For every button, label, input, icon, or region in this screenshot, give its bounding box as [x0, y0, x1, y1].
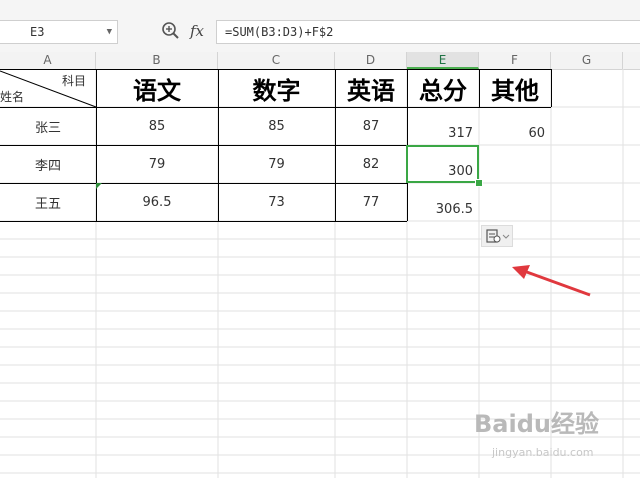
- table-cell-total[interactable]: 317: [407, 107, 479, 145]
- table-cell[interactable]: 77: [335, 183, 407, 221]
- header-cell[interactable]: 语文: [96, 69, 218, 107]
- table-cell[interactable]: 87: [335, 107, 407, 145]
- table-cell[interactable]: 79: [218, 145, 335, 183]
- cell-reference: E3: [30, 25, 45, 39]
- column-header-d[interactable]: D: [335, 52, 407, 69]
- table-cell-name[interactable]: 王五: [0, 183, 96, 221]
- header-cell[interactable]: 英语: [335, 69, 407, 107]
- table-cell-name[interactable]: 张三: [0, 107, 96, 145]
- zoom-icon[interactable]: [161, 20, 181, 42]
- fx-icon[interactable]: fx: [190, 20, 204, 42]
- column-header-a[interactable]: A: [0, 52, 96, 69]
- header-cell[interactable]: 其他: [479, 69, 551, 107]
- table-cell[interactable]: 85: [96, 107, 218, 145]
- active-cell-selection: [406, 145, 479, 183]
- name-box[interactable]: E3 ▼: [0, 20, 118, 44]
- column-header-b[interactable]: B: [96, 52, 218, 69]
- table-cell-total[interactable]: 306.5: [407, 183, 479, 221]
- header-cell[interactable]: 数字: [218, 69, 335, 107]
- paste-options-button[interactable]: [481, 225, 513, 247]
- table-cell[interactable]: 82: [335, 145, 407, 183]
- table-cell[interactable]: 85: [218, 107, 335, 145]
- header-diagonal-cell[interactable]: 科目 姓名: [0, 69, 96, 107]
- table-cell[interactable]: 73: [218, 183, 335, 221]
- paste-options-icon: [486, 229, 510, 243]
- fill-handle[interactable]: [475, 179, 483, 187]
- column-header-e[interactable]: E: [407, 52, 479, 69]
- table-cell-other[interactable]: 60: [479, 107, 551, 145]
- header-cell[interactable]: 总分: [407, 69, 479, 107]
- formula-input[interactable]: =SUM(B3:D3)+F$2: [216, 20, 640, 44]
- column-headers: A B C D E F G: [0, 52, 640, 70]
- column-header-f[interactable]: F: [479, 52, 551, 69]
- chevron-down-icon[interactable]: ▼: [107, 21, 112, 43]
- watermark-logo: Baidu经验: [474, 410, 599, 438]
- watermark-url: jingyan.baidu.com: [492, 446, 594, 459]
- column-header-c[interactable]: C: [218, 52, 335, 69]
- header-subject-label: 科目: [61, 74, 86, 88]
- table-cell[interactable]: 79: [96, 145, 218, 183]
- table-cell-name[interactable]: 李四: [0, 145, 96, 183]
- table-cell[interactable]: 96.5: [96, 183, 218, 221]
- header-name-label: 姓名: [0, 90, 25, 104]
- column-header-g[interactable]: G: [551, 52, 623, 69]
